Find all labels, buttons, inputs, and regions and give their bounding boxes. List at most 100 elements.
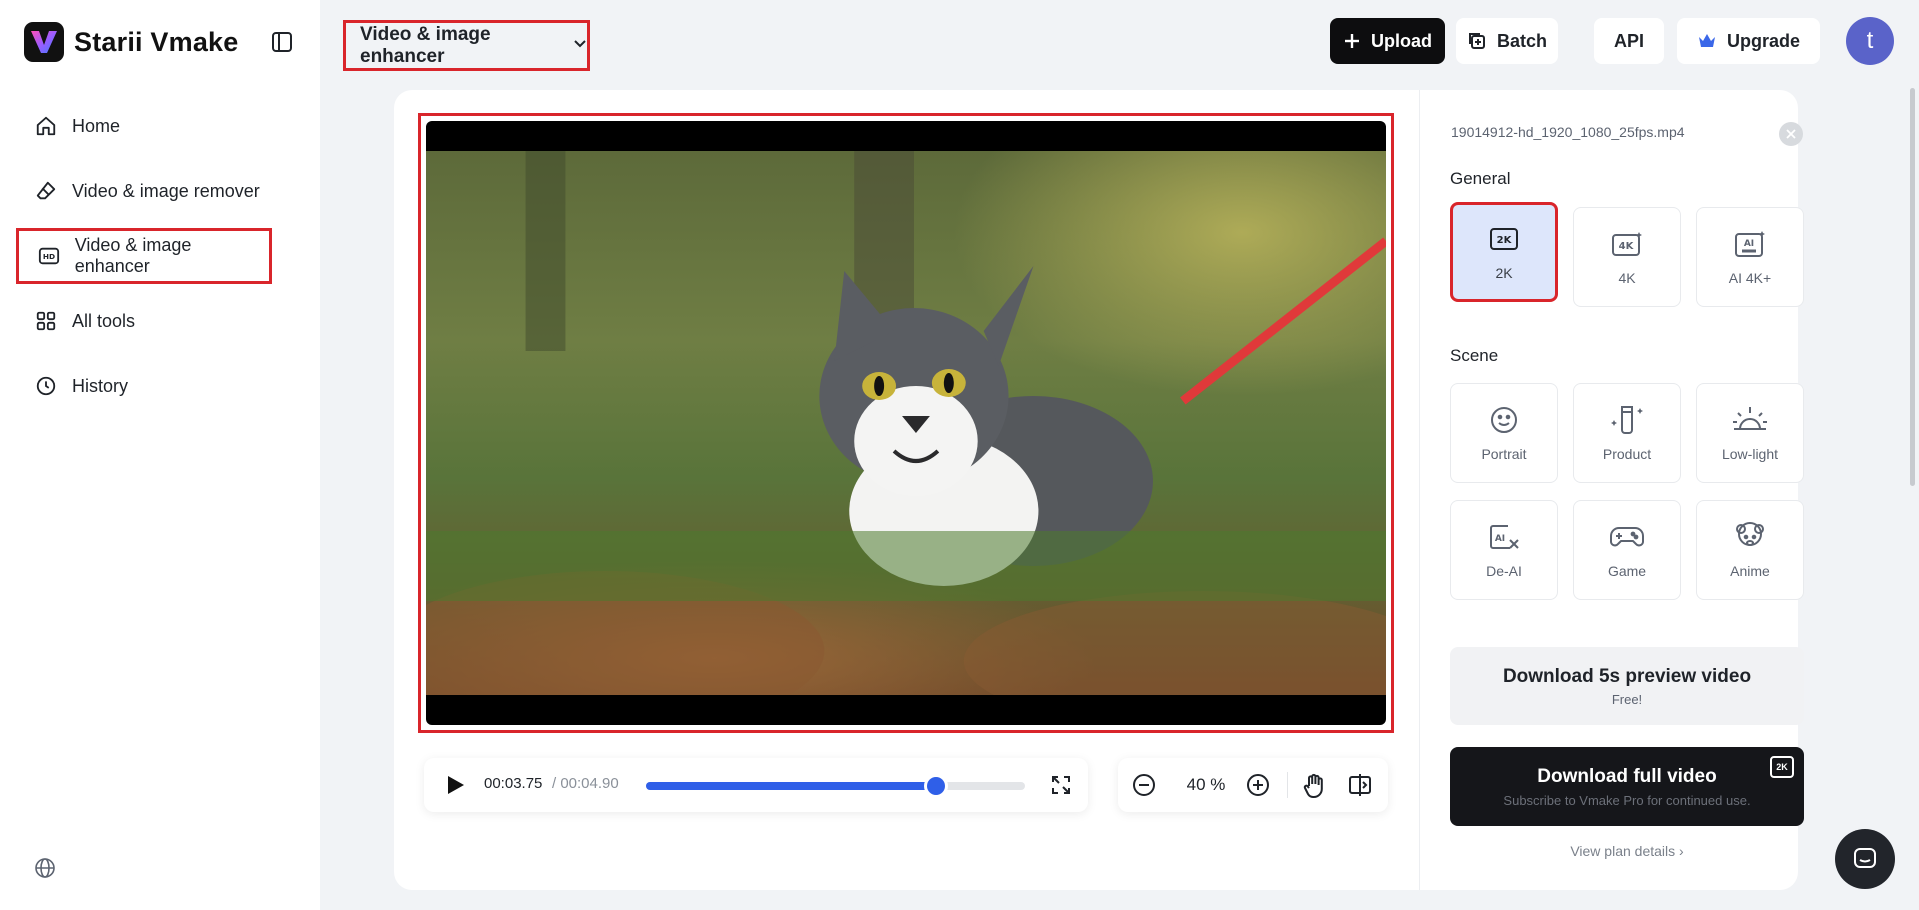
hand-pan-icon[interactable] [1302,773,1326,804]
close-icon[interactable] [1779,122,1803,146]
2k-badge: 2K [1770,756,1794,778]
batch-button[interactable]: Batch [1456,18,1558,64]
chevron-down-icon [573,35,587,57]
avatar[interactable]: t [1846,17,1894,65]
download-preview-title: Download 5s preview video [1502,665,1752,687]
scene-label: Low-light [1721,446,1779,462]
crown-icon [1697,32,1717,50]
view-plan-link[interactable]: View plan details › [1450,843,1804,859]
page-scrollbar[interactable] [1910,88,1915,486]
avatar-letter: t [1866,27,1874,54]
vmake-logo-icon [24,22,64,62]
api-label: API [1613,30,1644,51]
sidebar-item-enhancer[interactable]: HD Video & image enhancer [16,228,272,284]
playback-controls: 00:03.75 / 00:04.90 [424,758,1088,812]
svg-text:AI: AI [1495,534,1505,544]
plus-icon [1343,32,1361,50]
option-label: AI 4K+ [1728,270,1772,286]
play-icon[interactable] [444,774,466,801]
scene-label: Portrait [1481,446,1527,462]
gamepad-icon [1609,521,1645,553]
scene-label: Game [1607,563,1647,579]
panel-divider [1419,90,1420,890]
compare-split-icon[interactable] [1348,773,1372,802]
hd-icon: HD [37,244,61,268]
scene-de-ai[interactable]: AI De-AI [1450,500,1558,600]
svg-text:AI: AI [1744,239,1754,249]
language-globe-icon[interactable] [33,856,57,880]
sidebar-item-label: Video & image remover [72,180,260,201]
progress-slider[interactable] [646,777,1025,795]
download-full-title: Download full video [1537,765,1717,787]
download-preview-button[interactable]: Download 5s preview video Free! [1450,647,1804,725]
upgrade-button[interactable]: Upgrade [1677,18,1820,64]
progress-handle[interactable] [926,777,945,795]
option-2k[interactable]: 2K 2K [1450,202,1558,302]
scene-low-light[interactable]: Low-light [1696,383,1804,483]
mode-dropdown[interactable]: Video & image enhancer [343,20,590,71]
sunrise-icon [1730,404,1770,436]
scene-section-title: Scene [1450,346,1499,365]
2k-icon: 2K [1489,223,1519,255]
sidebar-item-label: Video & image enhancer [74,235,192,276]
de-ai-icon: AI [1488,521,1520,553]
video-preview-frame [418,113,1394,733]
sidebar-item-home[interactable]: Home [16,98,272,154]
scene-label: Product [1602,446,1652,462]
sidebar: Starii Vmake Home Video & image remover … [0,0,320,910]
brand-name: Starii Vmake [74,26,239,57]
zoom-out-icon[interactable] [1132,773,1156,802]
upload-label: Upload [1371,30,1432,51]
download-full-button[interactable]: 2K Download full video Subscribe to Vmak… [1450,747,1804,826]
chat-support-button[interactable] [1835,829,1895,889]
batch-label: Batch [1496,30,1547,51]
scene-portrait[interactable]: Portrait [1450,383,1558,483]
mode-dropdown-label: Video & image enhancer [360,23,491,67]
svg-text:4K: 4K [1619,241,1635,252]
progress-fill [646,782,936,790]
current-time: 00:03.75 [484,775,543,792]
scene-product[interactable]: Product [1573,383,1681,483]
video-player[interactable] [426,121,1386,725]
option-label: 2K [1495,265,1513,281]
bear-icon [1734,521,1766,553]
general-section-title: General [1450,169,1511,188]
sidebar-item-label: Home [72,115,121,136]
option-ai-4k-plus[interactable]: AI AI 4K+ [1696,207,1804,307]
clock-icon [34,374,58,398]
grid-icon [34,309,58,333]
zoom-controls: 40 % [1118,758,1388,812]
upgrade-label: Upgrade [1726,30,1800,51]
sidebar-item-all-tools[interactable]: All tools [16,293,272,349]
sidebar-item-label: All tools [72,310,136,331]
api-button[interactable]: API [1594,18,1664,64]
file-name: 19014912-hd_1920_1080_25fps.mp4 [1451,124,1685,140]
scene-anime[interactable]: Anime [1696,500,1804,600]
brand[interactable]: Starii Vmake [24,22,239,62]
sidebar-item-remover[interactable]: Video & image remover [16,163,272,219]
option-4k[interactable]: 4K 4K [1573,207,1681,307]
sidebar-item-label: History [72,375,129,396]
fullscreen-icon[interactable] [1050,774,1072,801]
scene-label: Anime [1730,563,1770,579]
total-time: / 00:04.90 [552,775,619,792]
zoom-in-icon[interactable] [1246,773,1270,802]
batch-icon [1467,31,1487,51]
eraser-icon [34,179,58,203]
upload-button[interactable]: Upload [1330,18,1445,64]
sidebar-item-history[interactable]: History [16,358,272,414]
4k-icon: 4K [1611,228,1643,260]
download-preview-sub: Free! [1611,691,1643,707]
sidebar-nav: Home Video & image remover HD Video & im… [16,98,272,423]
scene-label: De-AI [1486,563,1522,579]
ai-4k-icon: AI [1734,228,1766,260]
zoom-level: 40 % [1186,775,1226,794]
scene-game[interactable]: Game [1573,500,1681,600]
video-frame-cat-in-grass [426,151,1386,695]
product-icon [1607,404,1647,436]
sidebar-toggle-icon[interactable] [270,30,294,54]
svg-text:HD: HD [43,252,55,261]
smile-icon [1489,404,1519,436]
svg-text:2K: 2K [1497,235,1513,246]
home-icon [34,114,58,138]
